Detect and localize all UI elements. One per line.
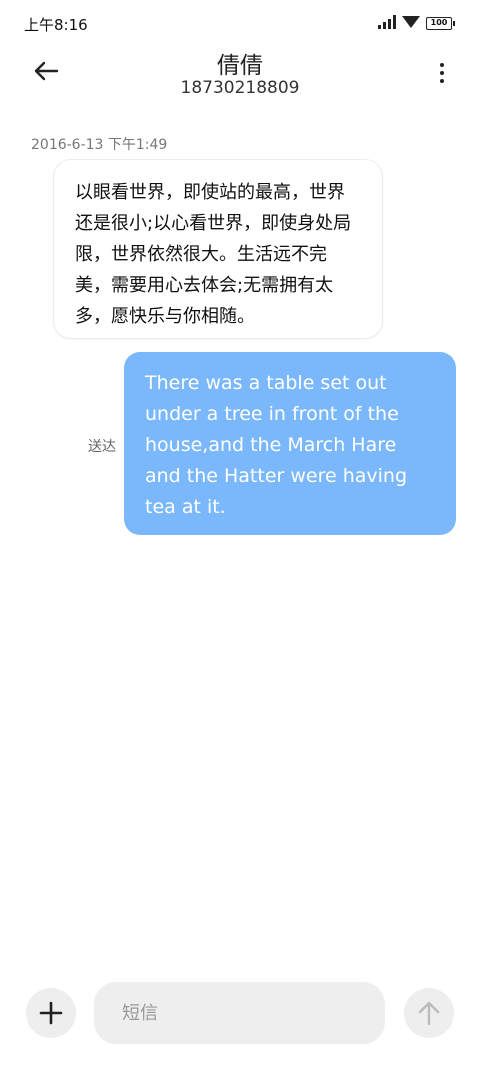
battery-icon: 100 [426, 17, 455, 30]
conversation-header: 倩倩 18730218809 [0, 46, 480, 110]
send-button[interactable] [404, 988, 454, 1038]
message-input[interactable] [94, 982, 385, 1044]
add-attachment-button[interactable] [26, 988, 76, 1038]
outgoing-message-bubble[interactable]: There was a table set out under a tree i… [124, 352, 456, 535]
more-vertical-icon [440, 63, 444, 67]
wifi-icon [402, 14, 420, 33]
status-bar: 上午8:16 100 [0, 0, 480, 46]
status-icons: 100 [378, 14, 455, 33]
incoming-message-bubble[interactable]: 以眼看世界，即使站的最高，世界还是很小;以心看世界，即使身处局限，世界依然很大。… [53, 159, 383, 339]
plus-icon [39, 1001, 63, 1025]
signal-icon [378, 14, 396, 33]
contact-name: 倩倩 [217, 53, 263, 79]
message-composer [0, 978, 480, 1048]
status-time: 上午8:16 [24, 16, 88, 34]
delivery-status: 送达 [88, 439, 116, 455]
arrow-up-icon [418, 1001, 440, 1026]
message-timestamp: 2016-6-13 下午1:49 [31, 137, 168, 153]
contact-number: 18730218809 [180, 78, 300, 98]
more-options-button[interactable] [432, 58, 452, 88]
